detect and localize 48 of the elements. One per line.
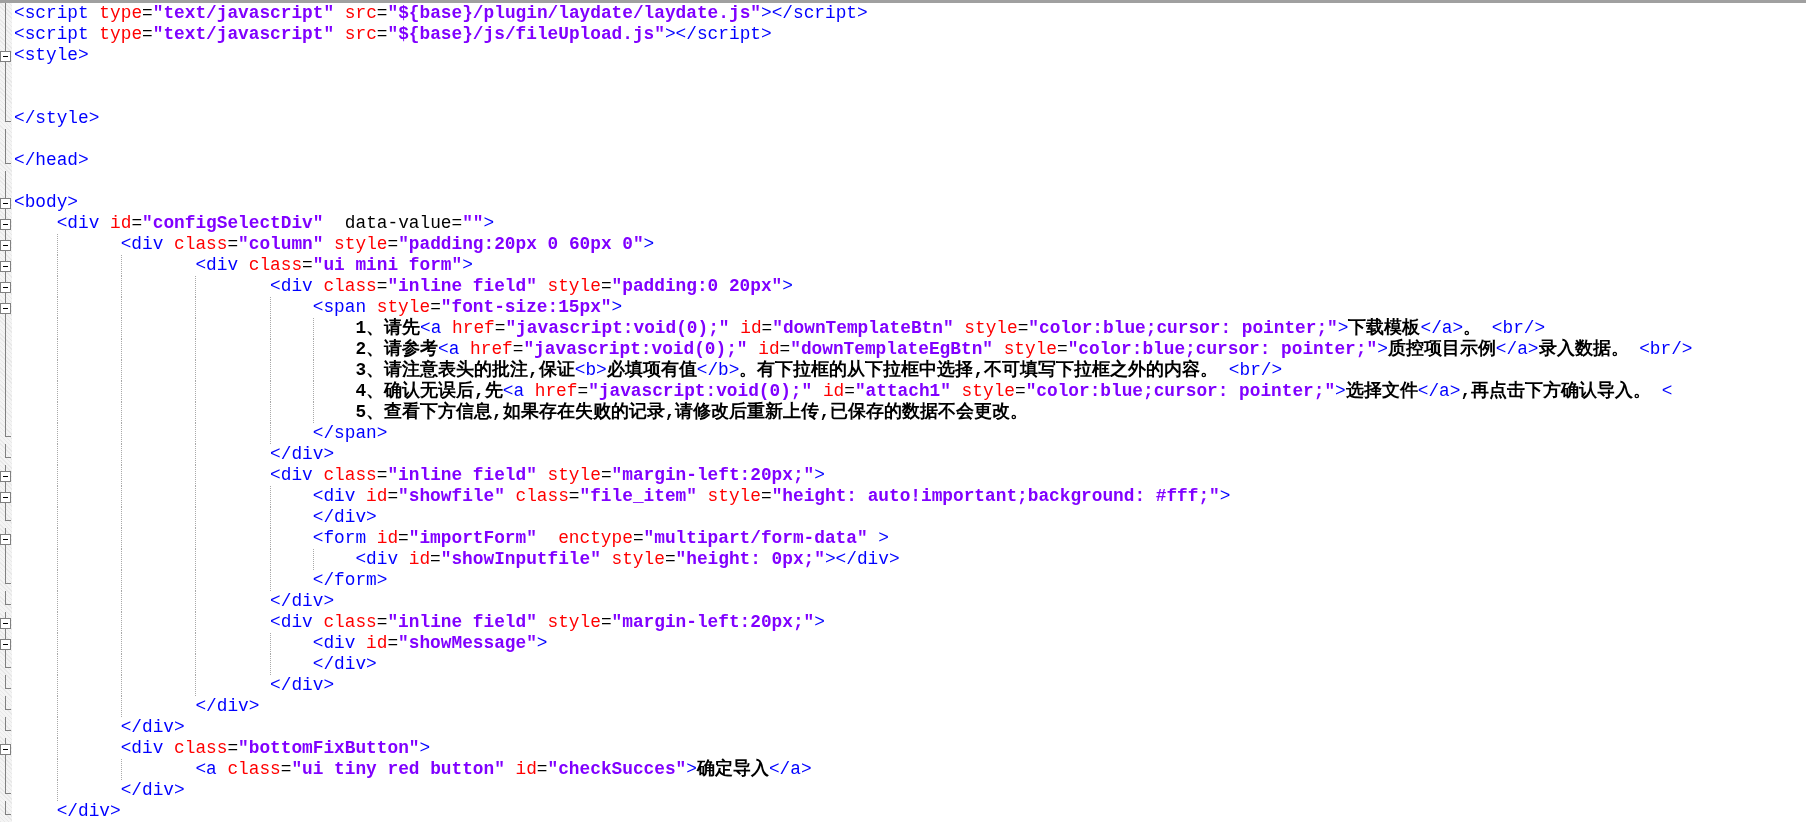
code-line: <div class="inline field" style="margin-left:20px;"> (270, 612, 825, 633)
code-line: <div class="inline field" style="padding:0 20px"> (270, 276, 793, 297)
code-line: <span style="font-size:15px"> (312, 297, 623, 317)
code-line: <script type="text/javascript" src="${base}/plugin/laydate/laydate.js"></script> (14, 3, 868, 24)
code-line: </div> (270, 591, 335, 612)
code-line: </div> (270, 444, 335, 465)
code-line: </form> (312, 570, 388, 591)
code-line: </div> (56, 801, 121, 822)
fold-collapse-icon[interactable] (0, 219, 11, 230)
fold-collapse-icon[interactable] (0, 303, 11, 314)
code-line: </div> (195, 696, 260, 717)
code-line: <div class="bottomFixButton"> (120, 738, 431, 759)
code-line: 2、请参考<a href="javascript:void(0);" id="downTemplateEgBtn" style="color:blue;cursor: pointer;">质控项目示例</a>录入数据。 <br/> (355, 339, 1693, 359)
code-line: </div> (120, 717, 185, 738)
code-line: <a class="ui tiny red button" id="checkSucces">确定导入</a> (195, 759, 812, 780)
code-line: <div id="showfile" class="file_item" style="height: auto!important;background: #fff;"> (312, 486, 1231, 507)
code-line: </div> (312, 654, 377, 675)
fold-collapse-icon[interactable] (0, 51, 11, 62)
code-line: <style> (14, 45, 89, 66)
code-line: 5、查看下方信息,如果存在失败的记录,请修改后重新上传,已保存的数据不会更改。 (355, 402, 1029, 423)
code-line: <div class="inline field" style="margin-left:20px;"> (270, 465, 825, 486)
code-line: 3、请注意表头的批注,保证<b>必填项有值</b>。有下拉框的从下拉框中选择,不可填写下拉框之外的内容。 <br/> (355, 360, 1283, 380)
code-line: <script type="text/javascript" src="${base}/js/fileUpload.js"></script> (14, 24, 772, 45)
fold-collapse-icon[interactable] (0, 534, 11, 545)
code-line: 1、请先<a href="javascript:void(0);" id="downTemplateBtn" style="color:blue;cursor: pointer;">下载模板</a>。 <br/> (355, 318, 1546, 338)
code-line: </div> (270, 675, 335, 696)
code-line: <body> (14, 192, 79, 213)
fold-collapse-icon[interactable] (0, 282, 11, 293)
code-line: </div> (312, 507, 377, 528)
code-line: <div class="ui mini form"> (195, 255, 473, 276)
fold-collapse-icon[interactable] (0, 471, 11, 482)
fold-collapse-icon[interactable] (0, 261, 11, 272)
code-line: <div id="showMessage"> (312, 633, 548, 654)
code-line: </style> (14, 108, 100, 129)
code-line: <form id="importForm" enctype="multipart/form-data" > (312, 528, 889, 549)
fold-collapse-icon[interactable] (0, 198, 11, 209)
code-line: <div id="showInputfile" style="height: 0px;"></div> (355, 549, 900, 570)
code-line: <div class="column" style="padding:20px 0 60px 0"> (120, 234, 655, 255)
fold-collapse-icon[interactable] (0, 492, 11, 503)
code-line: </head> (14, 150, 89, 171)
code-line: 4、确认无误后,先<a href="javascript:void(0);" id="attach1" style="color:blue;cursor: pointer;">选择文件</a>,再点击下方确认导入。 < (355, 381, 1673, 401)
fold-collapse-icon[interactable] (0, 240, 11, 251)
code-line: </div> (120, 780, 185, 801)
code-line: <div id="configSelectDiv" data-value=""> (56, 213, 495, 234)
fold-collapse-icon[interactable] (0, 639, 11, 650)
fold-collapse-icon[interactable] (0, 618, 11, 629)
fold-collapse-icon[interactable] (0, 744, 11, 755)
code-line: </span> (312, 423, 388, 444)
